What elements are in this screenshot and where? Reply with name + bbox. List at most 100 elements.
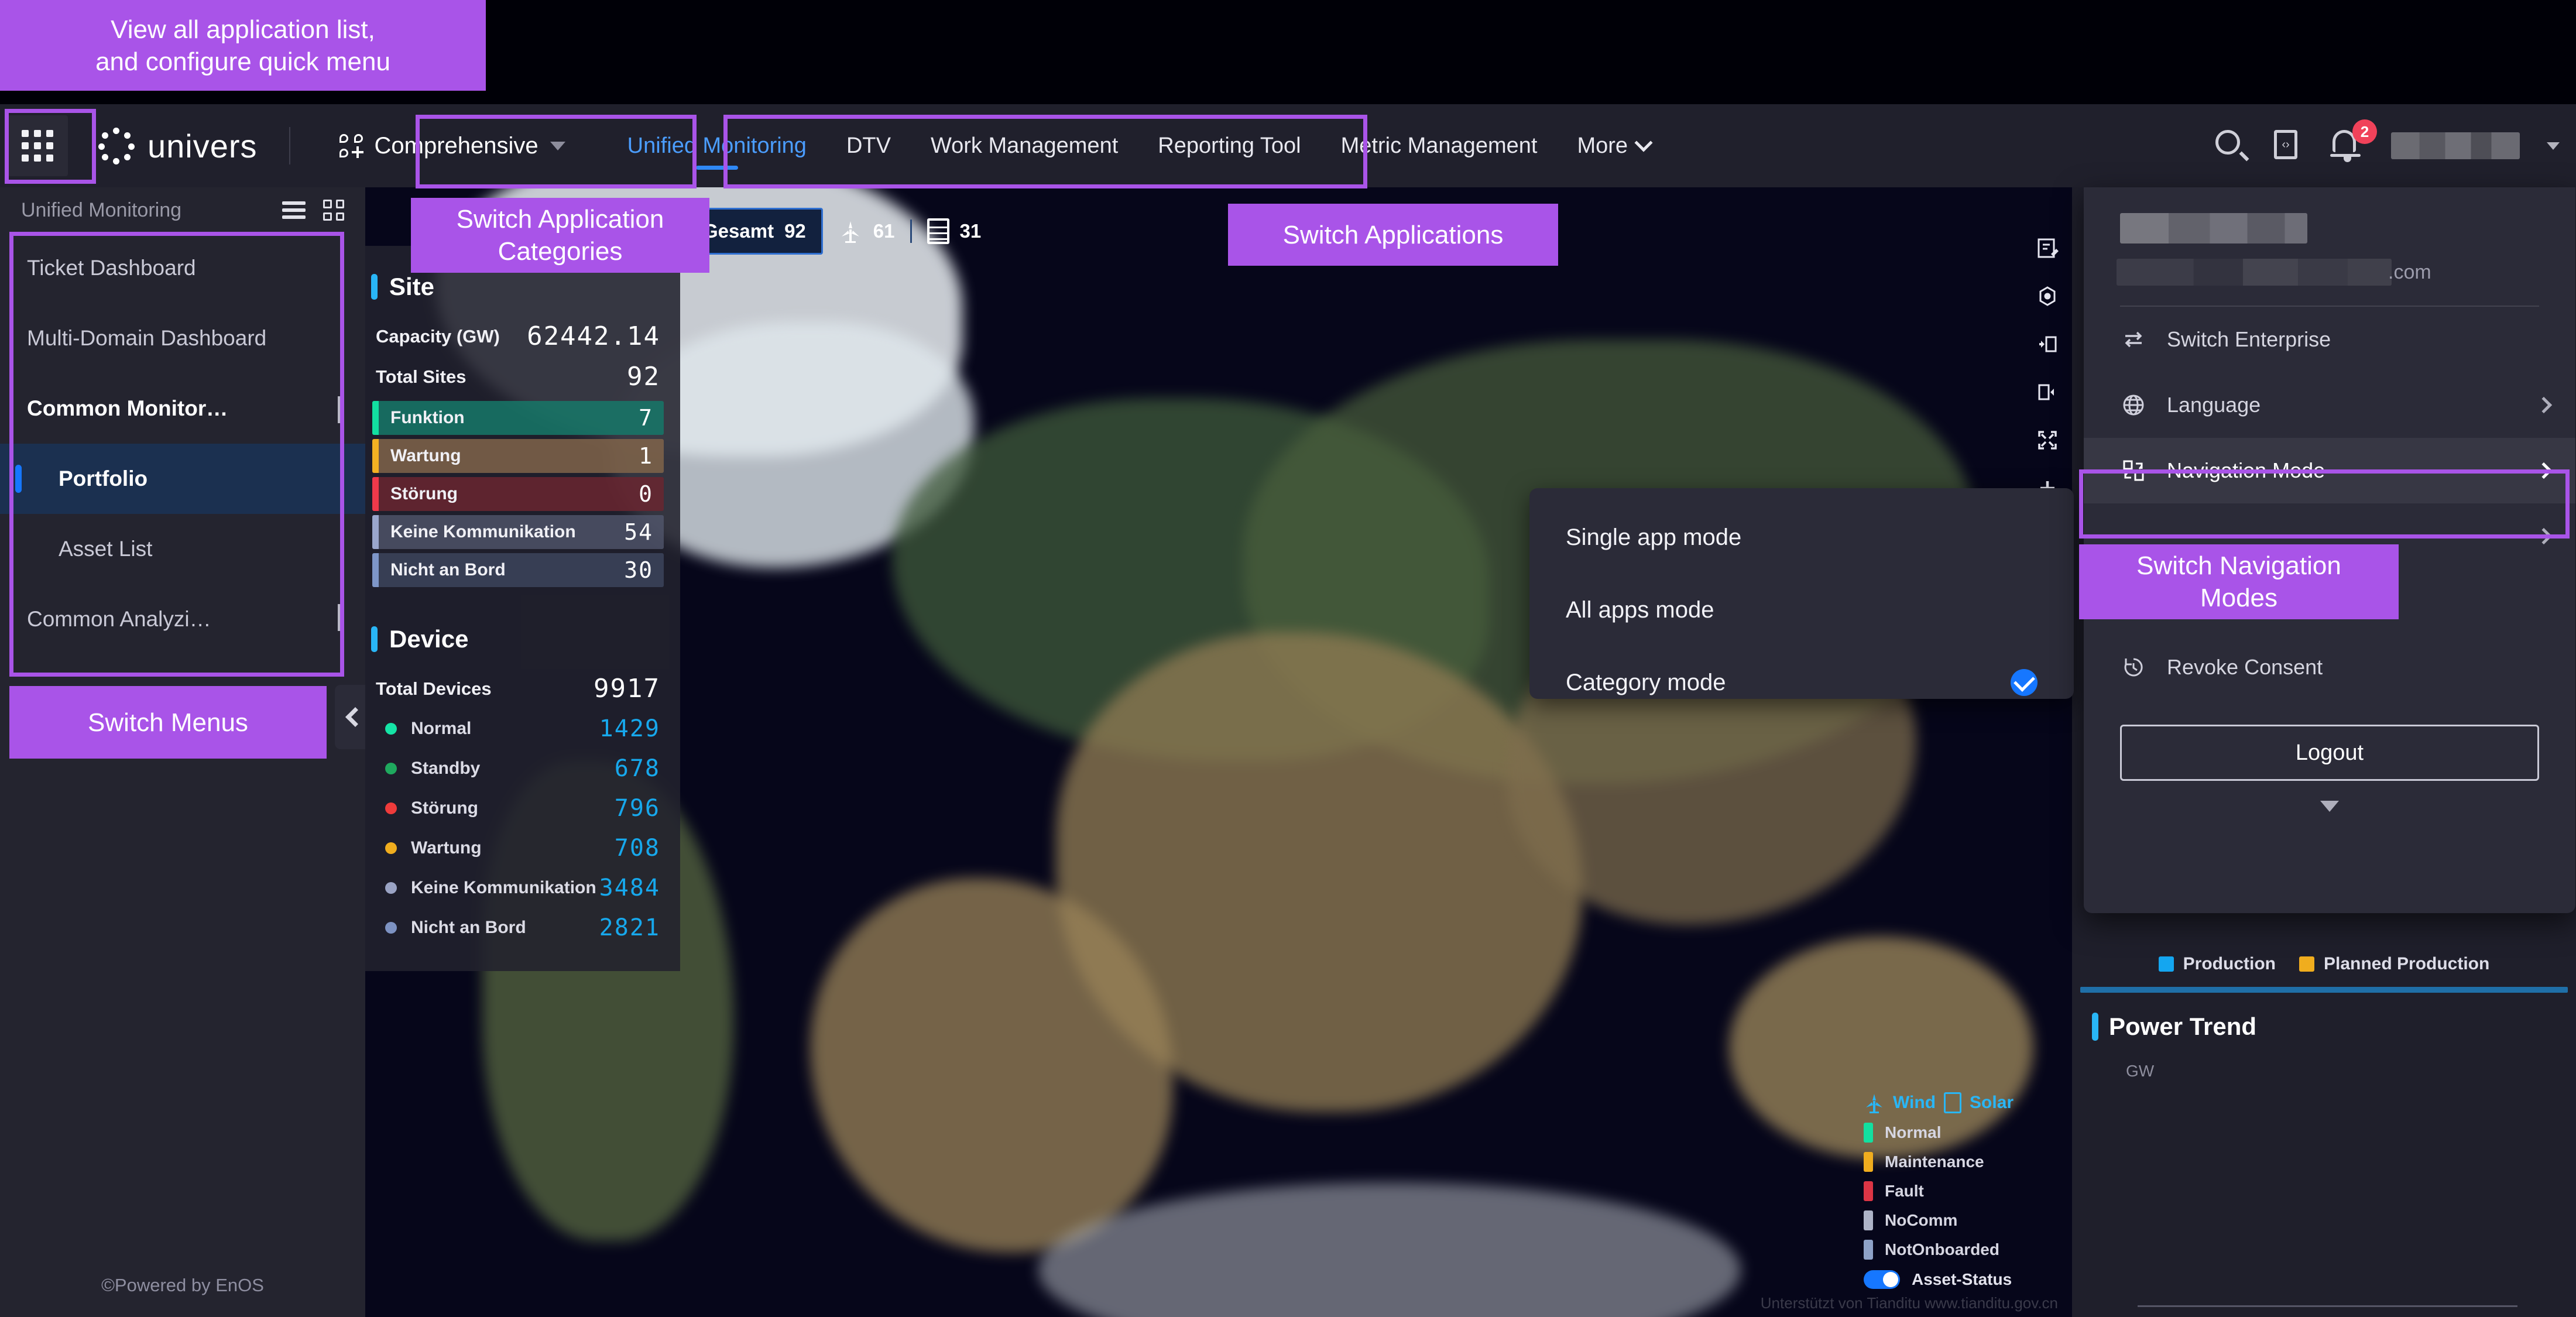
- device-status-wartung[interactable]: Wartung 708: [365, 828, 680, 868]
- fullscreen-icon[interactable]: [2033, 426, 2062, 454]
- site-status-nicht-an-bord[interactable]: Nicht an Bord 30: [372, 553, 664, 587]
- sidebar-group-common-analyzing[interactable]: Common Analyzi…: [0, 584, 365, 654]
- sidebar-item-label: Asset List: [59, 537, 153, 561]
- logout-label: Logout: [2295, 740, 2364, 765]
- chevron-down-icon[interactable]: [2547, 142, 2560, 150]
- sidebar-item-portfolio[interactable]: Portfolio: [0, 444, 365, 514]
- grid-view-icon[interactable]: [323, 200, 344, 221]
- menu-item-switch-enterprise[interactable]: Switch Enterprise: [2084, 307, 2575, 372]
- history-icon: [2120, 654, 2147, 681]
- user-name-redacted[interactable]: [2391, 132, 2520, 159]
- toggle-label: Asset-Status: [1912, 1270, 2012, 1288]
- legend-status-label: NotOnboarded: [1885, 1240, 1999, 1258]
- tab-label: Reporting Tool: [1158, 133, 1301, 158]
- status-label: Wartung: [390, 446, 461, 465]
- sidebar-group-common-monitoring[interactable]: Common Monitor…: [0, 373, 365, 444]
- target-icon[interactable]: [2033, 282, 2062, 310]
- power-trend-unit: GW: [2126, 1062, 2155, 1080]
- tab-metric-management[interactable]: Metric Management: [1321, 104, 1558, 187]
- tab-label: Metric Management: [1340, 133, 1538, 158]
- menu-item-revoke-consent[interactable]: Revoke Consent: [2084, 635, 2575, 700]
- status-label: Störung: [411, 798, 478, 818]
- account-email: .com: [2117, 259, 2575, 286]
- site-status-stoerung[interactable]: Störung 0: [372, 477, 664, 511]
- sidebar-item-asset-list[interactable]: Asset List: [0, 514, 365, 584]
- legend-production: Production: [2158, 954, 2276, 974]
- list-view-icon[interactable]: [282, 201, 306, 219]
- header-divider: [289, 127, 290, 164]
- chevron-right-icon: [2535, 527, 2553, 545]
- developer-console-icon[interactable]: ‹›: [2274, 130, 2306, 162]
- callout-switch-navigation-modes: Switch Navigation Modes: [2079, 544, 2399, 619]
- status-value: 796: [614, 795, 660, 822]
- device-status-nicht-an-bord[interactable]: Nicht an Bord 2821: [365, 908, 680, 948]
- panel-expand-right-icon[interactable]: [2033, 330, 2062, 358]
- app-launcher-button[interactable]: [7, 115, 68, 176]
- map-attribution: Unterstützt von Tianditu www.tianditu.go…: [1760, 1294, 2058, 1312]
- status-value: 708: [614, 835, 660, 862]
- status-value: 0: [639, 481, 653, 507]
- logout-button[interactable]: Logout: [2120, 725, 2539, 781]
- legend-type-label: Solar: [1970, 1093, 2014, 1112]
- panel-collapse-left-icon[interactable]: [2033, 378, 2062, 406]
- asset-status-toggle-row[interactable]: Asset-Status: [1864, 1270, 2051, 1289]
- sidebar-item-multi-domain-dashboard[interactable]: Multi-Domain Dashboard: [0, 303, 365, 373]
- sidebar-item-ticket-dashboard[interactable]: Ticket Dashboard: [0, 233, 365, 303]
- device-status-normal[interactable]: Normal 1429: [365, 709, 680, 749]
- site-status-wartung[interactable]: Wartung 1: [372, 439, 664, 473]
- map-canvas[interactable]: Gesamt 92 61 31 Site Capacity (GW) 62442…: [365, 187, 2072, 1317]
- status-value: 1429: [599, 715, 660, 742]
- stat-label: Total Devices: [376, 678, 492, 699]
- device-status-keine-kommunikation[interactable]: Keine Kommunikation 3484: [365, 868, 680, 908]
- status-value: 30: [624, 557, 653, 583]
- nav-mode-single-app[interactable]: Single app mode: [1529, 501, 2074, 574]
- map-legend: Wind Solar Normal Maintenance Fault NoCo…: [1864, 1092, 2051, 1289]
- notifications-icon[interactable]: 2: [2330, 119, 2377, 162]
- tab-label: Work Management: [930, 133, 1119, 158]
- sidebar-title: Unified Monitoring: [21, 198, 182, 221]
- collapse-caret-icon[interactable]: [2320, 801, 2339, 812]
- tab-work-management[interactable]: Work Management: [911, 104, 1138, 187]
- status-value: 3484: [599, 874, 660, 901]
- account-email-suffix: .com: [2388, 260, 2431, 283]
- menu-item-language[interactable]: Language: [2084, 372, 2575, 438]
- tab-unified-monitoring[interactable]: Unified Monitoring: [608, 104, 826, 187]
- chevron-right-icon: [2535, 462, 2553, 479]
- legend-swatch: [1864, 1123, 1873, 1143]
- chip-value: 31: [959, 220, 982, 242]
- menu-item-navigation-mode[interactable]: Navigation Mode: [2084, 438, 2575, 503]
- tab-dtv[interactable]: DTV: [826, 104, 911, 187]
- site-status-funktion[interactable]: Funktion 7: [372, 401, 664, 435]
- tab-label: DTV: [846, 133, 891, 158]
- sidebar-item-label: Common Monitor…: [27, 396, 228, 420]
- nav-mode-category[interactable]: Category mode: [1529, 646, 2074, 719]
- stat-label: Capacity (GW): [376, 325, 500, 347]
- device-status-standby[interactable]: Standby 678: [365, 749, 680, 788]
- device-status-stoerung[interactable]: Störung 796: [365, 788, 680, 828]
- sidebar-item-label: Ticket Dashboard: [27, 256, 196, 280]
- status-label: Keine Kommunikation: [390, 522, 576, 541]
- site-status-keine-kommunikation[interactable]: Keine Kommunikation 54: [372, 515, 664, 549]
- asset-type-filter-chips: Gesamt 92 61 31: [686, 208, 996, 255]
- legend-label: Production: [2183, 954, 2276, 973]
- tab-more[interactable]: More: [1557, 104, 1670, 187]
- account-email-redacted: [2117, 259, 2392, 286]
- status-dot-icon: [385, 763, 397, 774]
- nav-mode-all-apps[interactable]: All apps mode: [1529, 574, 2074, 646]
- brand-name: univers: [148, 127, 258, 164]
- asset-status-toggle[interactable]: [1864, 1270, 1900, 1289]
- edit-report-icon[interactable]: [2033, 234, 2062, 262]
- legend-swatch: [1864, 1152, 1873, 1172]
- status-dot-icon: [385, 882, 397, 894]
- chip-wind[interactable]: 61: [823, 208, 910, 255]
- category-switcher[interactable]: Comprehensive: [324, 122, 581, 170]
- status-value: 2821: [599, 914, 660, 941]
- tab-reporting-tool[interactable]: Reporting Tool: [1138, 104, 1320, 187]
- legend-status-nocomm: NoComm: [1864, 1210, 2051, 1230]
- app-root: univers Comprehensive Unified Monitoring…: [0, 0, 2576, 1317]
- switch-arrows-icon: [2120, 326, 2147, 353]
- search-icon[interactable]: [2215, 130, 2247, 162]
- sidebar-header: Unified Monitoring: [0, 187, 365, 233]
- chip-solar[interactable]: 31: [912, 208, 997, 255]
- callout-category-switcher: Switch Application Categories: [411, 198, 709, 273]
